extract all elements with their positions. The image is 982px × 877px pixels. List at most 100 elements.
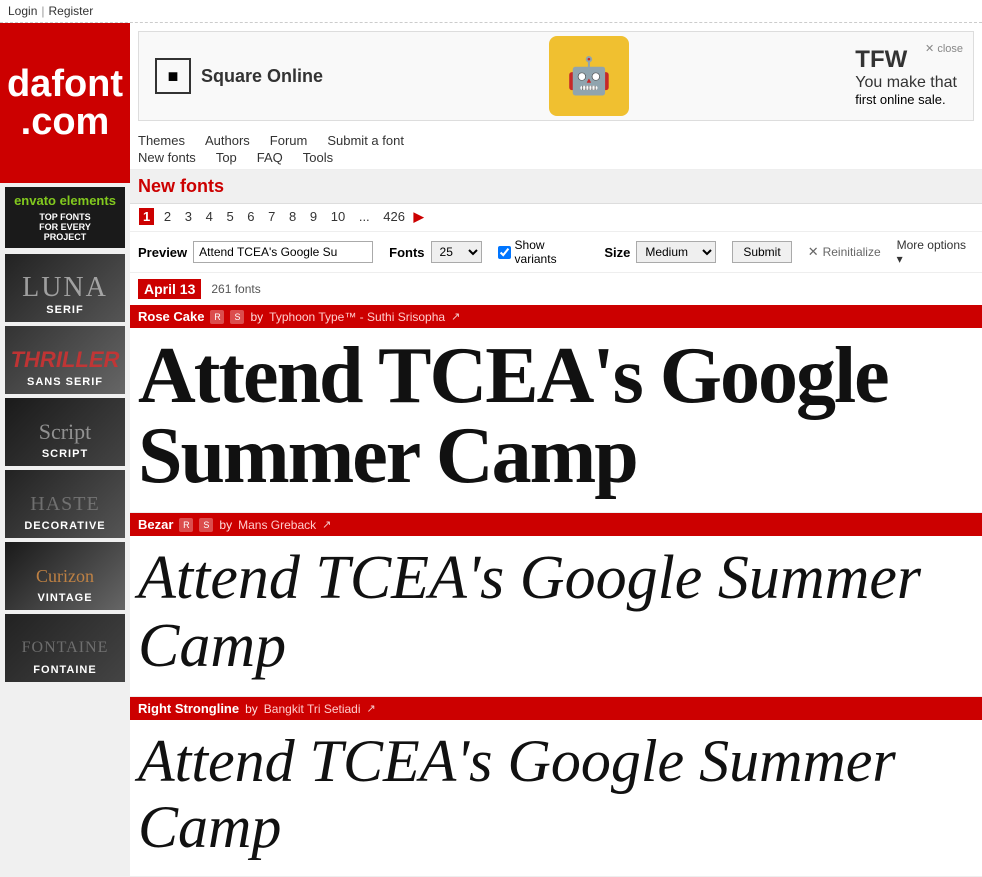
sidebar-item-script[interactable]: Script SCRIPT [5, 398, 125, 466]
fontaine-label: FONTAINE [5, 664, 125, 676]
font-row-rose-cake: Rose Cake R S by Typhoon Type™ - Suthi S… [130, 305, 982, 328]
page-last[interactable]: 426 [379, 208, 409, 225]
nav-top[interactable]: Top [216, 150, 237, 165]
page-7[interactable]: 7 [264, 208, 279, 225]
font-preview-rose-cake: Attend TCEA's Google Summer Camp [130, 328, 982, 513]
preview-group: Preview [138, 241, 373, 263]
register-link[interactable]: Register [49, 4, 94, 18]
font-icon-2[interactable]: S [230, 310, 244, 324]
fonts-label: Fonts [389, 245, 424, 260]
nav-tools[interactable]: Tools [303, 150, 333, 165]
sans-serif-label: SANS SERIF [5, 376, 125, 388]
controls-bar: Preview Fonts 25 50 100 Show variants Si… [130, 232, 982, 273]
nav-new-fonts[interactable]: New fonts [138, 150, 196, 165]
ad-tfw-sub2: first online sale. [855, 92, 957, 107]
main-layout: dafont .com envato elements TOP FONTSFOR… [0, 23, 982, 877]
reinitialize-link[interactable]: Reinitialize [823, 245, 881, 259]
show-variants-label[interactable]: Show variants [515, 238, 589, 266]
preview-label: Preview [138, 245, 187, 260]
submit-button[interactable]: Submit [732, 241, 791, 263]
show-variants-checkbox[interactable] [498, 246, 511, 259]
ad-robot: 🤖 [549, 36, 629, 116]
font-icon-bezar-1[interactable]: R [179, 518, 193, 532]
ext-link-bezar[interactable]: ↗ [322, 518, 331, 531]
ext-link-right-strongline[interactable]: ↗ [367, 702, 376, 715]
page-9[interactable]: 9 [306, 208, 321, 225]
page-ellipsis: ... [355, 208, 374, 225]
font-author-right-strongline[interactable]: Bangkit Tri Setiadi [264, 702, 361, 716]
page-1[interactable]: 1 [139, 208, 154, 225]
bezar-text: Attend TCEA's Google Summer Camp [138, 544, 974, 680]
font-preview-bezar: Attend TCEA's Google Summer Camp [130, 536, 982, 697]
content: ■ Square Online 🤖 TFW You make that firs… [130, 23, 982, 877]
ad-square-brand: ■ Square Online [155, 58, 323, 94]
pagination: 1 2 3 4 5 6 7 8 9 10 ... 426 ▶ [130, 204, 982, 232]
sidebar-item-vintage[interactable]: Curizon VINTAGE [5, 542, 125, 610]
nav-row-2: New fonts Top FAQ Tools [138, 150, 974, 165]
page-title-bar: New fonts [130, 170, 982, 204]
page-3[interactable]: 3 [181, 208, 196, 225]
page-2[interactable]: 2 [160, 208, 175, 225]
reinitialize-group: ✕ Reinitialize [808, 244, 881, 260]
nav-faq[interactable]: FAQ [257, 150, 283, 165]
fonts-select[interactable]: 25 50 100 [431, 241, 482, 263]
font-icon-1[interactable]: R [210, 310, 224, 324]
nav-themes[interactable]: Themes [138, 133, 185, 148]
ad-square-icon: ■ [155, 58, 191, 94]
page-6[interactable]: 6 [243, 208, 258, 225]
vintage-label: VINTAGE [5, 592, 125, 604]
nav-submit[interactable]: Submit a font [327, 133, 404, 148]
show-variants-group: Show variants [498, 238, 589, 266]
page-4[interactable]: 4 [202, 208, 217, 225]
envato-ad[interactable]: envato elements TOP FONTSFOR EVERYPROJEC… [5, 187, 125, 248]
logo-text: dafont .com [7, 65, 123, 141]
fonts-group: Fonts 25 50 100 [389, 241, 481, 263]
size-select[interactable]: Small Medium Large X-Large [636, 241, 716, 263]
page-8[interactable]: 8 [285, 208, 300, 225]
sidebar-item-serif[interactable]: LUNA SERIF [5, 254, 125, 322]
font-preview-right-strongline: Attend TCEA's Google Summer Camp [130, 720, 982, 877]
font-name-right-strongline[interactable]: Right Strongline [138, 701, 239, 716]
font-name-rose-cake[interactable]: Rose Cake [138, 309, 204, 324]
ad-close-button[interactable]: ✕ close [925, 42, 963, 55]
font-author-rose-cake[interactable]: Typhoon Type™ - Suthi Srisopha [269, 310, 445, 324]
font-row-bezar: Bezar R S by Mans Greback ↗ [130, 513, 982, 536]
nav-menu: Themes Authors Forum Submit a font New f… [130, 129, 982, 170]
nav-forum[interactable]: Forum [270, 133, 308, 148]
sidebar: dafont .com envato elements TOP FONTSFOR… [0, 23, 130, 877]
separator: | [41, 4, 44, 18]
login-link[interactable]: Login [8, 4, 37, 18]
size-group: Size Small Medium Large X-Large [604, 241, 716, 263]
font-by-rose-cake: by [250, 310, 263, 324]
font-name-bezar[interactable]: Bezar [138, 517, 173, 532]
sidebar-item-decorative[interactable]: HASTE DECORATIVE [5, 470, 125, 538]
ad-tfw-sub: You make that [855, 74, 957, 92]
rose-cake-text: Attend TCEA's Google Summer Camp [138, 336, 974, 496]
script-label: SCRIPT [5, 448, 125, 460]
logo[interactable]: dafont .com [0, 23, 130, 183]
right-strongline-text: Attend TCEA's Google Summer Camp [138, 728, 974, 860]
page-5[interactable]: 5 [222, 208, 237, 225]
font-author-bezar[interactable]: Mans Greback [238, 518, 316, 532]
envato-tagline: TOP FONTSFOR EVERYPROJECT [39, 212, 91, 242]
date-header: April 13 261 fonts [130, 273, 982, 305]
ad-banner: ■ Square Online 🤖 TFW You make that firs… [138, 31, 974, 121]
sidebar-item-sans-serif[interactable]: THRILLER SANS SERIF [5, 326, 125, 394]
preview-input[interactable] [193, 241, 373, 263]
envato-logo: envato elements [14, 193, 116, 208]
page-title: New fonts [138, 176, 974, 197]
sidebar-item-fontaine[interactable]: FONTAINE FONTAINE [5, 614, 125, 682]
font-icon-bezar-2[interactable]: S [199, 518, 213, 532]
page-10[interactable]: 10 [327, 208, 349, 225]
x-icon: ✕ [808, 244, 819, 260]
nav-authors[interactable]: Authors [205, 133, 250, 148]
fonts-count: 261 fonts [211, 282, 260, 296]
font-by-right-strongline: by [245, 702, 258, 716]
font-row-right-strongline: Right Strongline by Bangkit Tri Setiadi … [130, 697, 982, 720]
page-next-arrow[interactable]: ▶ [414, 209, 424, 224]
decorative-label: DECORATIVE [5, 520, 125, 532]
more-options-button[interactable]: More options ▾ [897, 238, 974, 266]
ext-link-rose-cake[interactable]: ↗ [451, 310, 460, 323]
fonts-area: April 13 261 fonts Rose Cake R S by Typh… [130, 273, 982, 877]
size-label: Size [604, 245, 630, 260]
